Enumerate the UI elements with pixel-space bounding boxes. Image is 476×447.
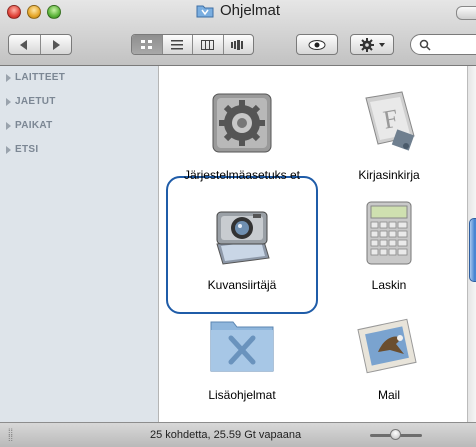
calculator-icon (366, 201, 412, 265)
system-preferences-icon (212, 93, 272, 153)
sidebar-item-label: LAITTEET (15, 72, 66, 83)
icon-view-icon (140, 39, 152, 49)
search-icon (419, 39, 431, 51)
view-mode-control (131, 34, 254, 55)
window-title: Ohjelmat (219, 2, 281, 19)
disclosure-triangle-icon (6, 145, 11, 154)
mail-icon (357, 318, 417, 374)
sidebar-item-jaetut[interactable]: JAETUT (6, 96, 56, 107)
scrollbar-thumb[interactable] (469, 218, 476, 282)
applications-folder-icon (196, 4, 214, 18)
file-browser: Järjestelmäasetuks et F Kirjasinkirja Ku… (159, 66, 467, 422)
column-view-button[interactable] (193, 35, 224, 54)
resize-grip-icon[interactable]: ⁞⁞ ⁞⁞ (8, 428, 13, 443)
list-item[interactable]: Laskin (324, 198, 454, 293)
back-button[interactable] (9, 35, 41, 54)
vertical-scrollbar[interactable] (467, 66, 476, 422)
item-label: Kirjasinkirja (358, 168, 420, 182)
sidebar: LAITTEET JAETUT PAIKAT ETSI (0, 66, 159, 422)
finder-window: Ohjelmat LAITTEET JAETUT PAIKAT ETSI Jär… (0, 0, 476, 447)
action-menu-button[interactable] (350, 34, 394, 55)
chevron-left-icon (20, 39, 28, 50)
utilities-folder-icon (210, 321, 274, 372)
list-item[interactable]: Järjestelmäasetuks et (177, 88, 307, 183)
font-book-icon: F (365, 91, 415, 151)
status-text: 25 kohdetta, 25.59 Gt vapaana (150, 429, 302, 441)
list-item[interactable]: Lisäohjelmat (177, 308, 307, 403)
item-label: Lisäohjelmat (208, 388, 276, 402)
sidebar-item-paikat[interactable]: PAIKAT (6, 120, 53, 131)
disclosure-triangle-icon (6, 97, 11, 106)
list-item[interactable]: Kuvansiirtäjä (177, 198, 307, 293)
disclosure-triangle-icon (6, 121, 11, 130)
gear-icon (359, 37, 374, 52)
sidebar-item-laitteet[interactable]: LAITTEET (6, 72, 65, 83)
column-view-icon (201, 39, 215, 50)
back-forward-control (8, 34, 72, 55)
eye-icon (308, 39, 326, 50)
toolbar: Ohjelmat (0, 0, 476, 66)
item-label: Järjestelmäasetuks et (183, 168, 301, 182)
list-item[interactable]: F Kirjasinkirja (324, 88, 454, 183)
item-label: Laskin (371, 278, 407, 292)
quick-look-button[interactable] (296, 34, 338, 55)
coverflow-view-icon (231, 39, 244, 50)
sidebar-item-label: PAIKAT (15, 120, 53, 131)
list-view-icon (171, 39, 184, 49)
icon-size-slider-knob[interactable] (390, 429, 401, 440)
list-view-button[interactable] (163, 35, 193, 54)
chevron-right-icon (52, 39, 60, 50)
toolbar-toggle-button[interactable] (456, 6, 476, 20)
disclosure-triangle-icon (6, 73, 11, 82)
item-label: Kuvansiirtäjä (207, 278, 277, 292)
title-bar: Ohjelmat (0, 2, 476, 23)
list-item[interactable]: Mail (324, 308, 454, 403)
sidebar-item-label: ETSI (15, 144, 39, 155)
item-label: Mail (377, 388, 400, 402)
sidebar-item-etsi[interactable]: ETSI (6, 144, 38, 155)
status-bar: ⁞⁞ ⁞⁞ 25 kohdetta, 25.59 Gt vapaana (0, 422, 476, 447)
icon-view-button[interactable] (132, 35, 163, 54)
image-capture-icon (216, 211, 270, 265)
forward-button[interactable] (41, 35, 72, 54)
chevron-down-icon (378, 42, 385, 47)
coverflow-view-button[interactable] (224, 35, 254, 54)
search-field[interactable] (410, 34, 476, 55)
sidebar-item-label: JAETUT (15, 96, 56, 107)
